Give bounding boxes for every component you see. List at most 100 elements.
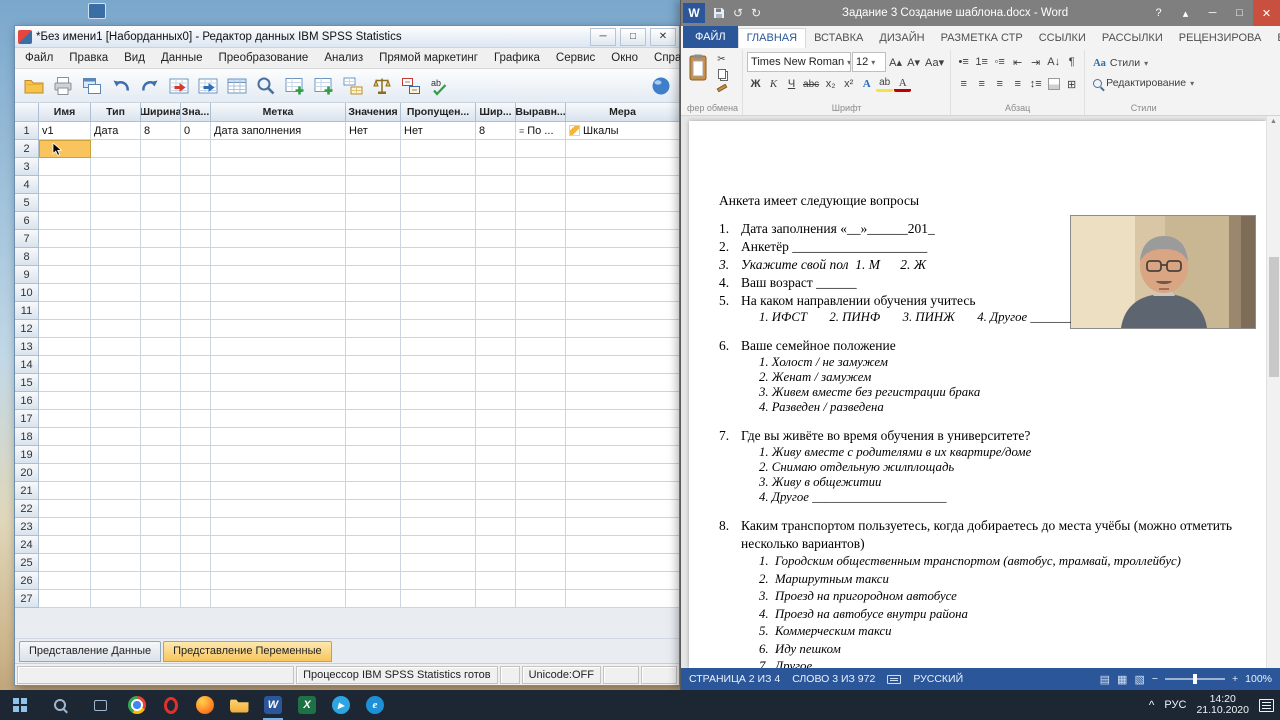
start-button[interactable] [0,690,40,720]
bold-button[interactable]: Ж [747,75,764,93]
cell-r4c2[interactable] [141,176,181,194]
open-data-icon[interactable] [20,72,47,99]
cell-r12c1[interactable] [91,320,141,338]
cell-r1c7[interactable]: 8 [476,122,516,140]
cell-r24c1[interactable] [91,536,141,554]
goto-case-icon[interactable] [165,72,192,99]
cell-r1c9[interactable]: Шкалы [566,122,679,140]
read-mode-icon[interactable]: ▤ [1100,673,1110,686]
cell-r20c1[interactable] [91,464,141,482]
cell-r13c8[interactable] [516,338,566,356]
paste-button[interactable] [687,51,709,94]
cell-r23c9[interactable] [566,518,679,536]
justify-button[interactable]: ≡ [1009,75,1026,93]
cell-r21c9[interactable] [566,482,679,500]
word-taskbar-button[interactable] [256,690,290,720]
cell-r26c0[interactable] [39,572,91,590]
column-header-6[interactable]: Пропущен... [401,103,476,122]
scrollbar-thumb[interactable] [1268,257,1279,377]
cell-r15c5[interactable] [346,374,401,392]
cell-r5c9[interactable] [566,194,679,212]
cell-r12c4[interactable] [211,320,346,338]
cell-r6c6[interactable] [401,212,476,230]
copy-icon[interactable] [713,67,730,80]
cell-r4c3[interactable] [181,176,211,194]
cell-r21c1[interactable] [91,482,141,500]
ribbon-tab-2[interactable]: ВСТАВКА [806,29,871,48]
cell-r12c8[interactable] [516,320,566,338]
cell-r18c3[interactable] [181,428,211,446]
cell-r11c3[interactable] [181,302,211,320]
cell-r2c9[interactable] [566,140,679,158]
scroll-up-icon[interactable]: ▲ [1270,116,1277,127]
cell-r17c3[interactable] [181,410,211,428]
font-size-combo[interactable]: 12 ▾ [852,52,887,72]
cell-r10c4[interactable] [211,284,346,302]
cell-r22c6[interactable] [401,500,476,518]
cell-r12c3[interactable] [181,320,211,338]
cell-r22c3[interactable] [181,500,211,518]
cell-r3c6[interactable] [401,158,476,176]
cell-r10c5[interactable] [346,284,401,302]
cell-r25c5[interactable] [346,554,401,572]
cell-r26c7[interactable] [476,572,516,590]
cell-r17c5[interactable] [346,410,401,428]
goto-variable-icon[interactable] [194,72,221,99]
task-view-button[interactable] [80,690,120,720]
row-number-23[interactable]: 23 [15,518,39,536]
ribbon-tab-6[interactable]: РАССЫЛКИ [1094,29,1171,48]
cell-r9c0[interactable] [39,266,91,284]
cell-r25c3[interactable] [181,554,211,572]
cell-r2c4[interactable] [211,140,346,158]
cell-r21c7[interactable] [476,482,516,500]
cell-r22c4[interactable] [211,500,346,518]
cell-r6c0[interactable] [39,212,91,230]
cell-r23c2[interactable] [141,518,181,536]
editing-button[interactable]: Редактирование ▾ [1089,75,1198,91]
change-case-button[interactable]: Аа▾ [923,53,946,71]
cell-r18c5[interactable] [346,428,401,446]
align-left-button[interactable]: ≡ [955,75,972,93]
cell-r27c2[interactable] [141,590,181,608]
cell-r6c9[interactable] [566,212,679,230]
word-help-button[interactable]: ? [1145,0,1172,26]
cell-r8c1[interactable] [91,248,141,266]
cell-r1c1[interactable]: Дата [91,122,141,140]
cell-r16c5[interactable] [346,392,401,410]
cell-r23c6[interactable] [401,518,476,536]
cell-r11c1[interactable] [91,302,141,320]
cell-r26c6[interactable] [401,572,476,590]
word-restore-button[interactable]: □ [1226,0,1253,26]
cell-r22c7[interactable] [476,500,516,518]
row-number-11[interactable]: 11 [15,302,39,320]
cell-r8c4[interactable] [211,248,346,266]
action-center-icon[interactable] [1259,698,1274,712]
cell-r15c6[interactable] [401,374,476,392]
cell-r12c2[interactable] [141,320,181,338]
cell-r6c5[interactable] [346,212,401,230]
format-painter-icon[interactable] [713,81,730,94]
ribbon-tab-1[interactable]: ГЛАВНАЯ [737,28,807,48]
cell-r13c7[interactable] [476,338,516,356]
edge-taskbar-button[interactable] [358,690,392,720]
cell-r17c8[interactable] [516,410,566,428]
insert-cases-icon[interactable] [281,72,308,99]
cell-r26c5[interactable] [346,572,401,590]
view-tab-1[interactable]: Представление Переменные [163,641,332,662]
split-file-icon[interactable] [339,72,366,99]
cell-r17c6[interactable] [401,410,476,428]
cell-r4c5[interactable] [346,176,401,194]
cell-r10c6[interactable] [401,284,476,302]
spss-close-button[interactable]: ✕ [650,27,676,46]
cell-r20c4[interactable] [211,464,346,482]
cell-r7c5[interactable] [346,230,401,248]
find-icon[interactable] [252,72,279,99]
spss-menu-item-7[interactable]: Графика [486,50,548,66]
cell-r21c3[interactable] [181,482,211,500]
cell-r5c7[interactable] [476,194,516,212]
row-number-18[interactable]: 18 [15,428,39,446]
cell-r20c6[interactable] [401,464,476,482]
cell-r16c1[interactable] [91,392,141,410]
print-icon[interactable] [49,72,76,99]
cell-r11c8[interactable] [516,302,566,320]
